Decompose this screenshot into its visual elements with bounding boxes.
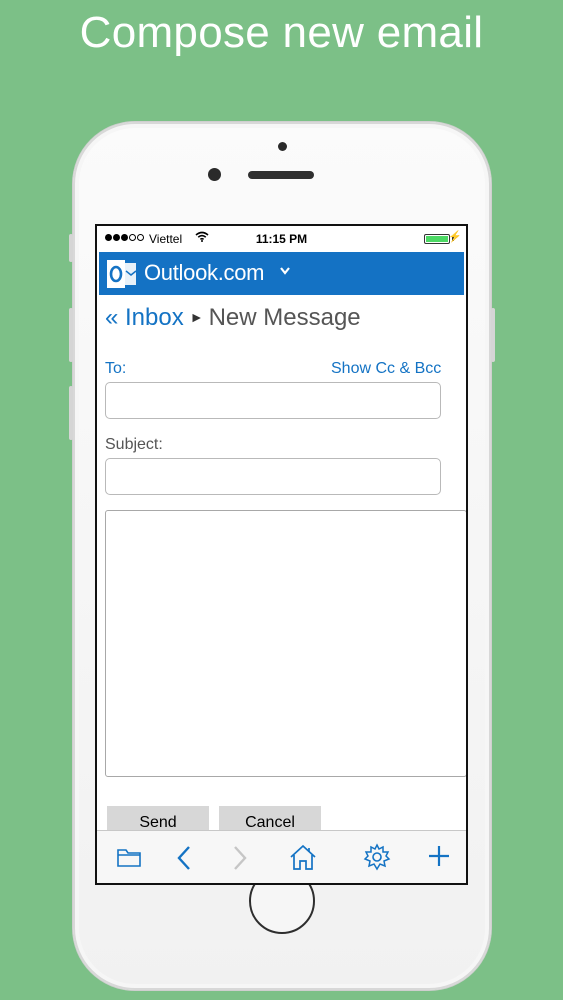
gear-icon[interactable] (363, 843, 391, 871)
bottom-toolbar (97, 830, 466, 883)
forward-arrow-icon[interactable] (231, 845, 249, 871)
inbox-link[interactable]: « Inbox (105, 304, 184, 331)
breadcrumb: « Inbox ► New Message (105, 304, 361, 332)
status-time: 11:15 PM (255, 232, 308, 246)
back-arrow-icon[interactable] (175, 845, 193, 871)
subject-label: Subject: (105, 436, 163, 453)
front-camera (208, 168, 221, 181)
mute-switch (69, 234, 73, 262)
brand-name[interactable]: Outlook.com (144, 260, 265, 286)
earpiece-speaker (248, 171, 314, 179)
status-bar: Viettel 11:15 PM ⚡ (97, 226, 466, 252)
subject-field[interactable] (105, 458, 441, 495)
volume-down-button (69, 386, 73, 440)
outlook-header-bar: Outlook.com (99, 252, 464, 295)
to-field[interactable] (105, 382, 441, 419)
message-body-field[interactable] (105, 510, 466, 777)
home-icon[interactable] (289, 843, 317, 871)
volume-up-button (69, 308, 73, 362)
proximity-sensor (278, 142, 287, 151)
to-label: To: (105, 360, 127, 377)
page-headline: Compose new email (79, 8, 484, 57)
page-title: New Message (208, 304, 361, 331)
phone-screen: Viettel 11:15 PM ⚡ Outlook.com « Inbox ► N… (95, 224, 468, 885)
folder-icon[interactable] (116, 846, 142, 868)
power-button (491, 308, 495, 362)
chevron-down-icon[interactable] (279, 266, 291, 276)
outlook-logo-icon (107, 260, 137, 288)
plus-icon[interactable] (427, 844, 451, 868)
show-cc-bcc-link[interactable]: Show Cc & Bcc (331, 360, 441, 378)
charging-icon: ⚡ (448, 231, 462, 243)
breadcrumb-separator: ► (189, 309, 204, 325)
battery-icon (424, 234, 450, 244)
